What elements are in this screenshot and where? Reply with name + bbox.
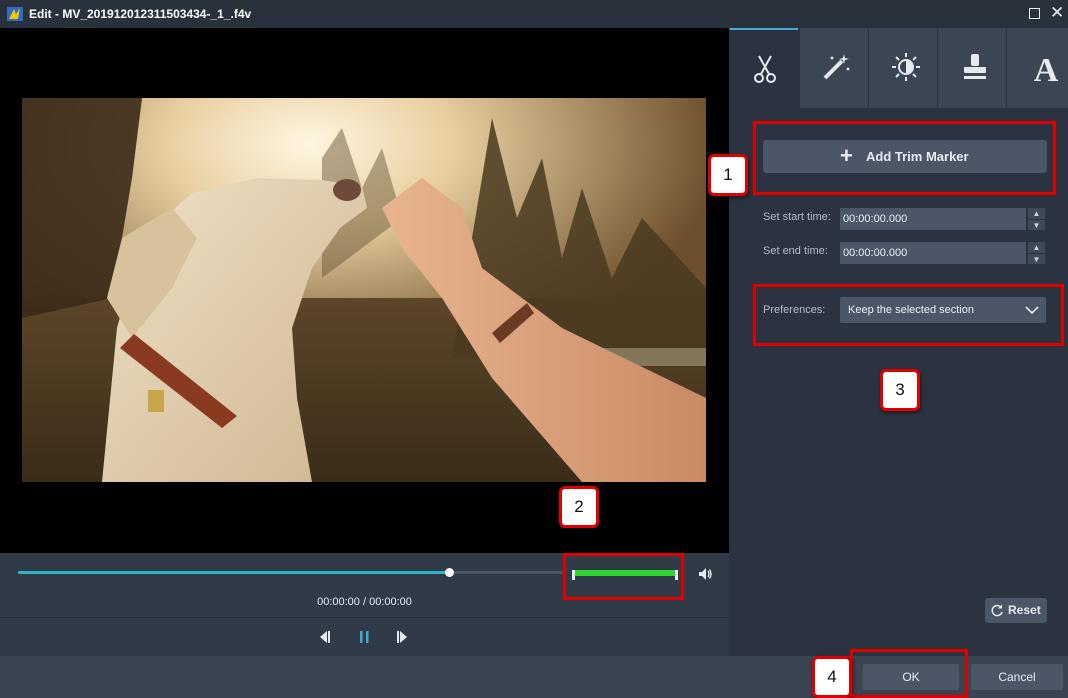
svg-text:A: A (1034, 52, 1059, 86)
controls-divider (0, 617, 729, 618)
close-button[interactable]: ✕ (1050, 3, 1064, 23)
tab-trim[interactable] (729, 28, 798, 108)
timeline-track[interactable] (18, 568, 563, 577)
annotation-badge-4: 4 (812, 656, 852, 698)
tab-watermark[interactable] (937, 28, 1006, 108)
next-frame-icon[interactable] (395, 629, 411, 645)
chevron-up-icon[interactable]: ▲ (1028, 208, 1045, 219)
annotation-badge-3: 3 (880, 369, 920, 411)
reset-label: Reset (1008, 603, 1041, 617)
annotation-badge-2: 2 (559, 486, 599, 528)
edit-tabs: A (729, 28, 1068, 108)
tab-effects[interactable] (799, 28, 868, 108)
magic-wand-icon (823, 54, 850, 80)
title-bar: Edit - MV_201912012311503434-_1_.f4v ✕ (0, 0, 1068, 28)
app-logo-icon (7, 7, 23, 21)
cancel-button[interactable]: Cancel (971, 664, 1063, 690)
maximize-button[interactable] (1029, 8, 1040, 19)
video-preview-area (0, 28, 729, 553)
scissors-icon (754, 55, 776, 83)
chevron-down-icon[interactable]: ▼ (1028, 253, 1045, 264)
dog-photo-image (22, 98, 706, 482)
reset-icon (991, 604, 1003, 617)
tab-adjust[interactable] (868, 28, 937, 108)
previous-frame-icon[interactable] (316, 629, 332, 645)
start-time-label: Set start time: (763, 211, 831, 223)
timeline-progress (18, 571, 449, 574)
chevron-down-icon[interactable]: ▼ (1028, 219, 1045, 230)
annotation-badge-1: 1 (708, 154, 748, 196)
reset-button[interactable]: Reset (985, 598, 1047, 623)
window-title: Edit - MV_201912012311503434-_1_.f4v (29, 7, 252, 21)
chevron-up-icon[interactable]: ▲ (1028, 242, 1045, 253)
stamp-icon (964, 54, 986, 79)
annotation-highlight-4 (850, 649, 968, 698)
start-time-input[interactable]: 00:00:00.000 (840, 208, 1026, 230)
edit-window: Edit - MV_201912012311503434-_1_.f4v ✕ 0… (0, 0, 1068, 698)
start-time-spinner[interactable]: ▲ ▼ (1028, 208, 1045, 230)
text-A-icon: A (1034, 52, 1059, 86)
end-time-input[interactable]: 00:00:00.000 (840, 242, 1026, 264)
tab-text[interactable]: A (1006, 28, 1068, 108)
annotation-highlight-2 (563, 553, 684, 600)
pause-icon[interactable] (357, 629, 373, 645)
video-frame-image (22, 98, 706, 482)
end-time-spinner[interactable]: ▲ ▼ (1028, 242, 1045, 264)
volume-icon[interactable] (697, 566, 713, 582)
annotation-highlight-3 (753, 284, 1064, 346)
annotation-highlight-1 (753, 121, 1056, 195)
timeline-scrubber-handle[interactable] (444, 568, 454, 577)
end-time-label: Set end time: (763, 245, 828, 257)
brightness-icon (892, 53, 920, 81)
